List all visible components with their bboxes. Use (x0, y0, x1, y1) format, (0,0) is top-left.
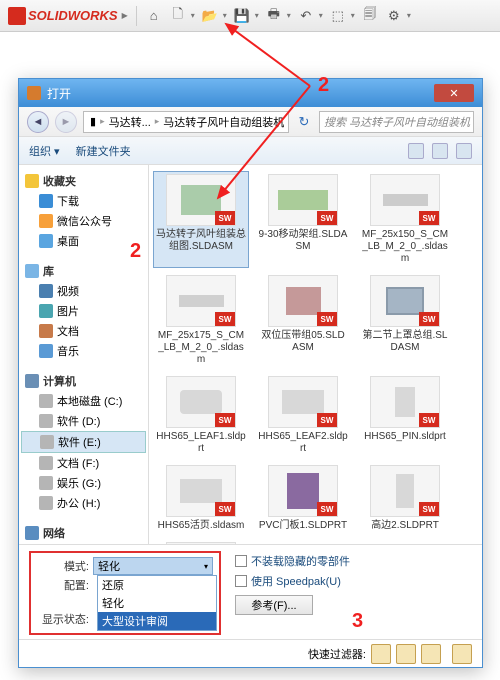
filter-drw-icon[interactable] (421, 644, 441, 664)
display-label: 显示状态: (37, 611, 93, 627)
search-input[interactable]: 搜索 马达转子风叶自动组装机 (319, 111, 474, 133)
newfolder-button[interactable]: 新建文件夹 (76, 143, 131, 159)
save-icon[interactable]: 💾 (233, 7, 251, 25)
references-button[interactable]: 参考(F)... (235, 595, 313, 615)
chk-hidden[interactable] (235, 555, 247, 567)
app-name: SOLIDWORKS (28, 8, 118, 23)
help-icon[interactable] (456, 143, 472, 159)
mode-option-restore[interactable]: 还原 (98, 576, 216, 594)
filter-toplevel-icon[interactable] (452, 644, 472, 664)
chevron-right-icon[interactable]: ▶ (122, 11, 128, 20)
file-list: SW马达转子风叶组装总组图.SLDASM SW9-30移动架组.SLDASM S… (149, 165, 482, 544)
dialog-title: 打开 (47, 85, 71, 102)
organize-menu[interactable]: 组织 ▾ (29, 143, 60, 159)
tree-drive-e[interactable]: 软件 (E:) (21, 431, 146, 453)
nav-fwd-button[interactable]: ► (55, 111, 77, 133)
mode-option-light[interactable]: 轻化 (98, 594, 216, 612)
tree-pictures[interactable]: 图片 (21, 301, 146, 321)
tree-videos[interactable]: 视频 (21, 281, 146, 301)
quick-filter-bar: 快速过滤器: (19, 639, 482, 667)
chk-speedpak[interactable] (235, 575, 247, 587)
filter-part-icon[interactable] (371, 644, 391, 664)
file-item[interactable]: SW高边2.SLDPRT (357, 462, 453, 535)
star-icon (25, 174, 39, 188)
print-icon[interactable]: 🖶 (265, 7, 283, 25)
dialog-icon (27, 86, 41, 100)
mode-select[interactable]: 轻化▾ (93, 557, 213, 575)
mode-label: 模式: (37, 558, 93, 574)
close-button[interactable]: ✕ (434, 84, 474, 102)
file-item[interactable]: SW9-30移动架组.SLDASM (255, 171, 351, 268)
mode-box: 模式: 轻化▾ 还原 轻化 大型设计审阅 配置: 显示状态: (29, 551, 221, 635)
filter-asm-icon[interactable] (396, 644, 416, 664)
rebuild-icon[interactable]: 🗐 (361, 7, 379, 25)
tree-drive-g[interactable]: 娱乐 (G:) (21, 473, 146, 493)
file-item[interactable] (153, 539, 249, 544)
tree-desktop[interactable]: 桌面 (21, 231, 146, 251)
file-item[interactable]: SWPVC门板1.SLDPRT (255, 462, 351, 535)
tree-drive-h[interactable]: 办公 (H:) (21, 493, 146, 513)
file-item[interactable]: SW双位压带组05.SLDASM (255, 272, 351, 369)
file-item[interactable]: SWMF_25x175_S_CM_LB_M_2_0_.sldasm (153, 272, 249, 369)
dialog-nav: ◄ ► ▮▸ 马达转...▸ 马达转子风叶自动组装机▸ ▾ ↻ 搜索 马达转子风… (19, 107, 482, 137)
folder-tree: 收藏夹 下载 微信公众号 桌面 库 视频 图片 文档 音乐 计算机 本地磁盘 (… (19, 165, 149, 544)
view-mode-icon[interactable] (408, 143, 424, 159)
file-item[interactable]: SWHHS65_LEAF1.sldprt (153, 373, 249, 458)
library-icon (25, 264, 39, 278)
file-item[interactable]: SW马达转子风叶组装总组图.SLDASM (153, 171, 249, 268)
breadcrumb[interactable]: ▮▸ 马达转...▸ 马达转子风叶自动组装机▸ ▾ (83, 111, 289, 133)
open-dialog: 打开 ✕ ◄ ► ▮▸ 马达转...▸ 马达转子风叶自动组装机▸ ▾ ↻ 搜索 … (18, 78, 483, 668)
nav-back-button[interactable]: ◄ (27, 111, 49, 133)
refresh-icon[interactable]: ↻ (295, 113, 313, 131)
dialog-titlebar: 打开 ✕ (19, 79, 482, 107)
app-logo: SOLIDWORKS (8, 7, 118, 25)
file-item[interactable]: SW第二节上罩总组.SLDASM (357, 272, 453, 369)
file-item[interactable]: SWHHS65_PIN.sldprt (357, 373, 453, 458)
open-icon[interactable]: 📂 (201, 7, 219, 25)
file-item[interactable]: SWHHS65_LEAF2.sldprt (255, 373, 351, 458)
tree-drive-d[interactable]: 软件 (D:) (21, 411, 146, 431)
file-item[interactable]: SWHHS65活页.sldasm (153, 462, 249, 535)
mode-dropdown: 还原 轻化 大型设计审阅 (97, 575, 217, 631)
network-icon (25, 526, 39, 540)
select-icon[interactable]: ⬚ (329, 7, 347, 25)
dialog-toolbar: 组织 ▾ 新建文件夹 (19, 137, 482, 165)
config-label: 配置: (37, 577, 93, 593)
new-doc-icon[interactable]: 🗋 (169, 7, 187, 25)
tree-documents[interactable]: 文档 (21, 321, 146, 341)
logo-cube-icon (8, 7, 26, 25)
preview-pane-icon[interactable] (432, 143, 448, 159)
quickfilter-label: 快速过滤器: (308, 646, 366, 662)
app-toolbar: SOLIDWORKS ▶ ⌂ 🗋▾ 📂▾ 💾▾ 🖶▾ ↶▾ ⬚▾ 🗐 ⚙▾ (0, 0, 500, 32)
tree-music[interactable]: 音乐 (21, 341, 146, 361)
tree-drive-f[interactable]: 文档 (F:) (21, 453, 146, 473)
home-icon[interactable]: ⌂ (145, 7, 163, 25)
file-item[interactable]: SWMF_25x150_S_CM_LB_M_2_0_.sldasm (357, 171, 453, 268)
options-icon[interactable]: ⚙ (385, 7, 403, 25)
tree-drive-c[interactable]: 本地磁盘 (C:) (21, 391, 146, 411)
tree-downloads[interactable]: 下载 (21, 191, 146, 211)
computer-icon (25, 374, 39, 388)
mode-option-largedesign[interactable]: 大型设计审阅 (98, 612, 216, 630)
dialog-bottom-panel: 模式: 轻化▾ 还原 轻化 大型设计审阅 配置: 显示状态: 不装载隐藏的零部件… (19, 544, 482, 639)
undo-icon[interactable]: ↶ (297, 7, 315, 25)
tree-wechat[interactable]: 微信公众号 (21, 211, 146, 231)
